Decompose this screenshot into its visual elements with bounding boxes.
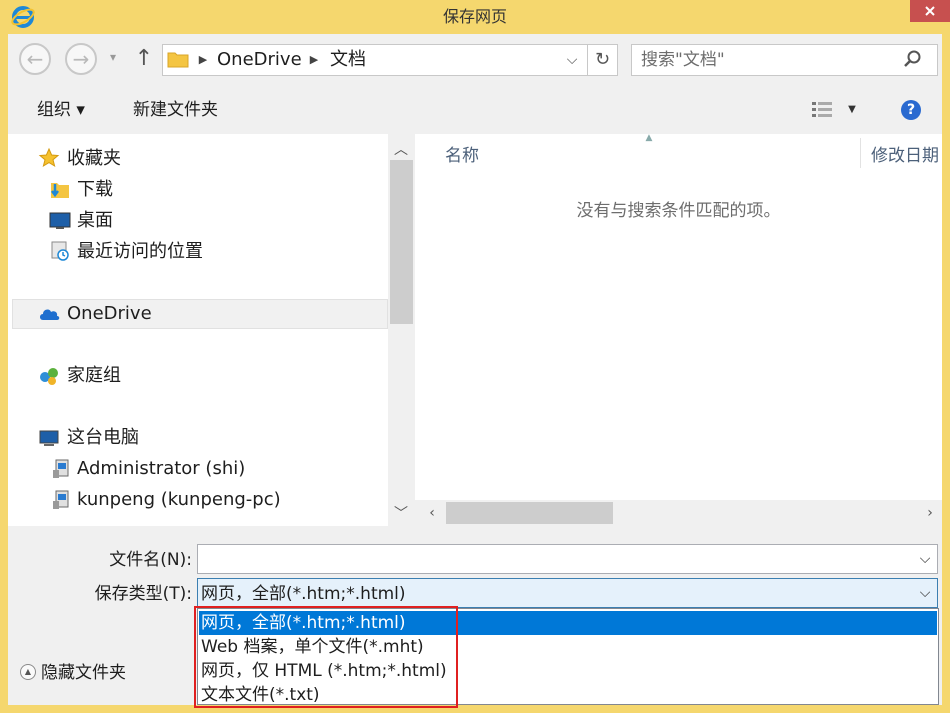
nav-item-kunpeng[interactable]: kunpeng (kunpeng-pc) xyxy=(77,487,281,513)
forward-button[interactable]: → xyxy=(65,43,97,75)
chevron-down-icon: ▾ xyxy=(109,50,117,64)
view-options-icon[interactable] xyxy=(810,99,834,121)
column-header-name[interactable]: 名称 xyxy=(445,143,479,169)
nav-item-administrator[interactable]: Administrator (shi) xyxy=(77,456,245,482)
star-icon xyxy=(38,147,60,169)
help-icon[interactable]: ? xyxy=(901,100,921,120)
horizontal-scrollbar-thumb[interactable] xyxy=(446,502,613,524)
scroll-right-icon[interactable]: › xyxy=(921,503,939,523)
breadcrumb-separator-icon[interactable]: ▶ xyxy=(307,47,321,73)
nav-item-desktop[interactable]: 桌面 xyxy=(77,208,113,234)
internet-explorer-icon xyxy=(10,4,36,30)
chevron-down-icon: ⌵ xyxy=(566,52,578,68)
save-type-selected-value: 网页，全部(*.htm;*.html) xyxy=(201,584,406,604)
homegroup-icon xyxy=(38,365,60,387)
save-type-dropdown-button[interactable]: ⌵ xyxy=(914,582,936,604)
breadcrumb-documents[interactable]: 文档 xyxy=(330,47,366,73)
breadcrumb-onedrive[interactable]: OneDrive xyxy=(217,47,302,73)
collapse-up-icon[interactable]: ▲ xyxy=(20,664,36,680)
sort-caret-icon: ▲ xyxy=(645,133,653,143)
column-header-date-modified[interactable]: 修改日期 xyxy=(871,143,939,169)
organize-button[interactable]: 组织 ▾ xyxy=(37,97,85,123)
new-folder-button[interactable]: 新建文件夹 xyxy=(133,97,218,123)
nav-scrollbar-thumb[interactable] xyxy=(390,160,413,324)
filename-dropdown-button[interactable]: ⌵ xyxy=(914,548,936,570)
computer-icon xyxy=(38,427,60,449)
scroll-down-icon[interactable]: ﹀ xyxy=(391,504,411,524)
refresh-button[interactable]: ↻ xyxy=(588,44,618,76)
back-button[interactable]: ← xyxy=(19,43,51,75)
cloud-icon xyxy=(38,303,60,325)
scroll-left-icon[interactable]: ‹ xyxy=(423,503,441,523)
filename-input[interactable] xyxy=(197,544,938,574)
download-folder-icon xyxy=(49,178,71,200)
nav-item-homegroup[interactable]: 家庭组 xyxy=(67,363,121,389)
scroll-up-icon[interactable]: ︿ xyxy=(391,140,411,160)
recent-places-icon xyxy=(49,240,71,262)
search-placeholder: 搜索"文档" xyxy=(641,50,725,70)
annotation-highlight-box xyxy=(194,606,458,708)
nav-item-onedrive[interactable]: OneDrive xyxy=(67,301,152,327)
desktop-icon xyxy=(49,209,71,231)
column-divider[interactable] xyxy=(860,138,861,168)
arrow-left-icon: ← xyxy=(26,47,44,71)
filename-label: 文件名(N): xyxy=(109,550,192,570)
nav-item-recent-places[interactable]: 最近访问的位置 xyxy=(77,239,203,265)
arrow-up-icon: ↑ xyxy=(134,46,154,71)
file-list-pane xyxy=(415,134,942,500)
chevron-down-icon: ▼ xyxy=(848,104,856,115)
save-type-label: 保存类型(T): xyxy=(94,584,192,604)
network-user-icon xyxy=(50,489,72,511)
close-icon xyxy=(925,6,935,16)
chevron-down-icon: ⌵ xyxy=(919,585,931,601)
network-user-icon xyxy=(50,458,72,480)
nav-item-favorites[interactable]: 收藏夹 xyxy=(67,146,121,172)
breadcrumb-separator-icon[interactable]: ▶ xyxy=(196,47,210,73)
search-icon[interactable] xyxy=(902,48,924,70)
hide-folders-button[interactable]: 隐藏文件夹 xyxy=(41,660,126,686)
address-dropdown-button[interactable]: ⌵ xyxy=(562,48,582,72)
window-title: 保存网页 xyxy=(442,7,507,26)
folder-icon xyxy=(167,50,189,68)
chevron-down-icon: ⌵ xyxy=(919,551,931,567)
view-dropdown-button[interactable]: ▼ xyxy=(845,100,859,120)
arrow-right-icon: → xyxy=(72,47,90,71)
close-button[interactable] xyxy=(910,0,950,22)
empty-list-message: 没有与搜索条件匹配的项。 xyxy=(576,201,781,221)
up-button[interactable]: ↑ xyxy=(131,45,157,73)
refresh-icon: ↻ xyxy=(594,49,611,70)
nav-item-this-pc[interactable]: 这台电脑 xyxy=(67,425,139,451)
nav-item-downloads[interactable]: 下载 xyxy=(77,177,113,203)
recent-locations-dropdown[interactable]: ▾ xyxy=(105,50,121,66)
